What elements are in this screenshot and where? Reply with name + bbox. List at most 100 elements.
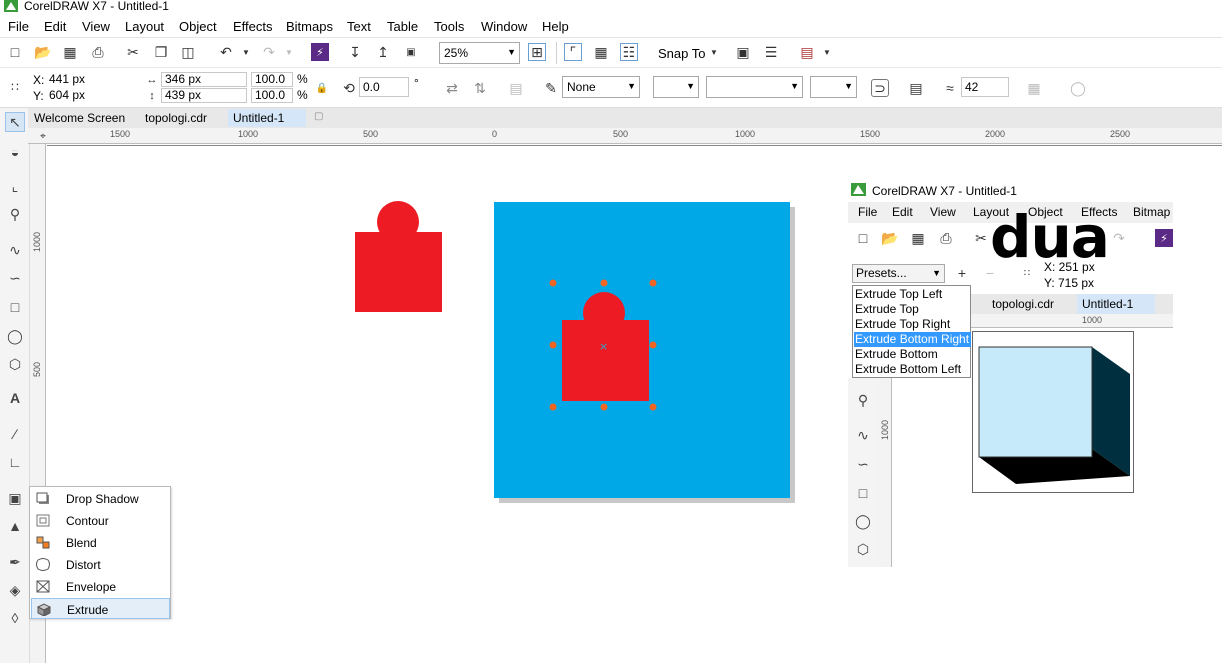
paste-icon[interactable]: ◫ bbox=[179, 43, 197, 61]
tab-untitled-1[interactable]: Untitled-1 bbox=[228, 109, 306, 127]
zoom-tool-icon[interactable]: ⚲ bbox=[5, 204, 25, 224]
end-arrowhead-select[interactable]: ▼ bbox=[810, 76, 857, 98]
launcher-dropdown-icon[interactable]: ▼ bbox=[818, 43, 836, 61]
convert-to-curves-icon[interactable]: ▤ bbox=[507, 79, 525, 97]
cut-icon[interactable]: ✂ bbox=[124, 43, 142, 61]
inset-menu-bitmap[interactable]: Bitmap bbox=[1133, 205, 1170, 219]
object-height-field[interactable]: 439 px bbox=[161, 88, 247, 103]
freehand-tool-icon[interactable]: ∿ bbox=[5, 240, 25, 260]
text-tool-icon[interactable]: A bbox=[5, 388, 25, 408]
tab-topologi[interactable]: topologi.cdr bbox=[140, 109, 212, 127]
fill-pen-icon[interactable]: ✎ bbox=[542, 79, 560, 97]
ellipse-tool-icon[interactable]: ◯ bbox=[5, 326, 25, 346]
flyout-item-envelope[interactable]: Envelope bbox=[31, 576, 170, 597]
artistic-media-tool-icon[interactable]: ∽ bbox=[5, 268, 25, 288]
redo-icon[interactable]: ↷ bbox=[260, 43, 278, 61]
red-shape-original[interactable] bbox=[355, 201, 442, 312]
open-folder-icon[interactable]: 📂 bbox=[34, 43, 52, 61]
lock-ratio-icon[interactable]: 🔒 bbox=[313, 79, 331, 97]
scale-height-field[interactable]: 100.0 bbox=[251, 88, 293, 103]
wrap-text-icon[interactable]: ▤ bbox=[907, 79, 925, 97]
tab-welcome-screen[interactable]: Welcome Screen bbox=[29, 109, 130, 127]
x-position-field[interactable]: 441 px bbox=[45, 72, 131, 87]
quick-customize-icon[interactable]: ◯ bbox=[1069, 79, 1087, 97]
menu-help[interactable]: Help bbox=[542, 19, 569, 34]
rectangle-tool-icon[interactable]: □ bbox=[5, 297, 25, 317]
snap-to-button[interactable]: Snap To bbox=[658, 46, 705, 61]
preset-extrude-top[interactable]: Extrude Top bbox=[854, 302, 969, 317]
flyout-item-distort[interactable]: Distort bbox=[31, 554, 170, 575]
export-icon[interactable]: ↥ bbox=[374, 43, 392, 61]
menu-view[interactable]: View bbox=[82, 19, 110, 34]
full-screen-preview-icon[interactable]: ⊞ bbox=[528, 43, 546, 61]
menu-effects[interactable]: Effects bbox=[233, 19, 273, 34]
application-launcher-icon[interactable]: ▤ bbox=[798, 43, 816, 61]
line-style-select[interactable]: ▼ bbox=[706, 76, 803, 98]
scale-width-field[interactable]: 100.0 bbox=[251, 72, 293, 87]
select-all-nodes-icon[interactable]: ▦ bbox=[1025, 79, 1043, 97]
polygon-tool-icon[interactable]: ⬡ bbox=[5, 354, 25, 374]
menu-bitmaps[interactable]: Bitmaps bbox=[286, 19, 333, 34]
publish-pdf-icon[interactable]: ▣ bbox=[402, 43, 420, 61]
pick-tool-icon[interactable]: ↖ bbox=[5, 112, 25, 132]
menu-tools[interactable]: Tools bbox=[434, 19, 464, 34]
redo-dropdown-icon[interactable]: ▼ bbox=[280, 43, 298, 61]
ruler-origin-icon[interactable]: ⌖ bbox=[34, 127, 52, 145]
eyedropper-tool-icon[interactable]: ✒ bbox=[5, 552, 25, 572]
preset-extrude-top-left[interactable]: Extrude Top Left bbox=[854, 287, 969, 302]
menu-table[interactable]: Table bbox=[387, 19, 418, 34]
mirror-vertical-icon[interactable]: ⇅ bbox=[471, 79, 489, 97]
preset-extrude-top-right[interactable]: Extrude Top Right bbox=[854, 317, 969, 332]
flyout-item-extrude[interactable]: Extrude bbox=[31, 598, 170, 619]
preset-extrude-bottom-left[interactable]: Extrude Bottom Left bbox=[854, 362, 969, 377]
flyout-item-blend[interactable]: Blend bbox=[31, 532, 170, 553]
flyout-item-contour[interactable]: Contour bbox=[31, 510, 170, 531]
new-document-icon[interactable]: □ bbox=[6, 43, 24, 61]
menu-layout[interactable]: Layout bbox=[125, 19, 164, 34]
zoom-level-select[interactable]: 25% ▼ bbox=[439, 42, 520, 64]
print-icon[interactable]: ⎙ bbox=[89, 43, 107, 61]
fill-select[interactable]: None ▼ bbox=[562, 76, 640, 98]
menu-edit[interactable]: Edit bbox=[44, 19, 66, 34]
show-guidelines-icon[interactable]: ☷ bbox=[620, 43, 638, 61]
smart-fill-tool-icon[interactable]: ◊ bbox=[5, 608, 25, 628]
inset-presets-select[interactable]: Presets... ▼ bbox=[852, 264, 945, 283]
rotation-angle-field[interactable]: 0.0 bbox=[359, 77, 409, 97]
import-icon[interactable]: ↧ bbox=[346, 43, 364, 61]
undo-dropdown-icon[interactable]: ▼ bbox=[237, 43, 255, 61]
inset-menu-view[interactable]: View bbox=[930, 205, 956, 219]
show-grid-icon[interactable]: ▦ bbox=[592, 43, 610, 61]
interactive-fill-tool-icon[interactable]: ◈ bbox=[5, 580, 25, 600]
start-arrowhead-select[interactable]: ▼ bbox=[653, 76, 699, 98]
corel-connect-icon[interactable]: ⚡ bbox=[311, 43, 329, 61]
menu-object[interactable]: Object bbox=[179, 19, 217, 34]
connector-tool-icon[interactable]: ∟ bbox=[5, 452, 25, 472]
y-position-field[interactable]: 604 px bbox=[45, 88, 131, 103]
copy-icon[interactable]: ❐ bbox=[152, 43, 170, 61]
horizontal-ruler[interactable]: ⌖ 1500 1000 500 0 500 1000 1500 2000 250… bbox=[28, 128, 1222, 144]
dimension-tool-icon[interactable]: ∕ bbox=[5, 424, 25, 444]
close-curve-icon[interactable]: ⊃ bbox=[871, 79, 889, 97]
crop-tool-icon[interactable]: ⌞ bbox=[5, 176, 25, 196]
undo-icon[interactable]: ↶ bbox=[217, 43, 235, 61]
menu-window[interactable]: Window bbox=[481, 19, 527, 34]
inset-menu-file[interactable]: File bbox=[858, 205, 877, 219]
curve-smoothness-field[interactable]: 42 bbox=[961, 77, 1009, 97]
flyout-item-drop-shadow[interactable]: Drop Shadow bbox=[31, 488, 170, 509]
object-width-field[interactable]: 346 px bbox=[161, 72, 247, 87]
new-tab-icon[interactable]: ▢ bbox=[309, 109, 328, 127]
transparency-tool-icon[interactable]: ▲ bbox=[5, 516, 25, 536]
preset-extrude-bottom-right[interactable]: Extrude Bottom Right bbox=[854, 332, 971, 347]
preset-extrude-bottom[interactable]: Extrude Bottom bbox=[854, 347, 969, 362]
interactive-effects-tool-icon[interactable]: ▣ bbox=[5, 488, 25, 508]
shape-tool-icon[interactable]: ◒ bbox=[5, 142, 25, 162]
welcome-screen-icon[interactable]: ▣ bbox=[734, 43, 752, 61]
show-rulers-icon[interactable]: ⌜ bbox=[564, 43, 582, 61]
options-icon[interactable]: ☰ bbox=[762, 43, 780, 61]
save-icon[interactable]: ▦ bbox=[61, 43, 79, 61]
snap-to-dropdown-icon[interactable]: ▼ bbox=[705, 43, 723, 61]
menu-text[interactable]: Text bbox=[347, 19, 371, 34]
inset-menu-edit[interactable]: Edit bbox=[892, 205, 913, 219]
menu-file[interactable]: File bbox=[8, 19, 29, 34]
mirror-horizontal-icon[interactable]: ⇄ bbox=[443, 79, 461, 97]
